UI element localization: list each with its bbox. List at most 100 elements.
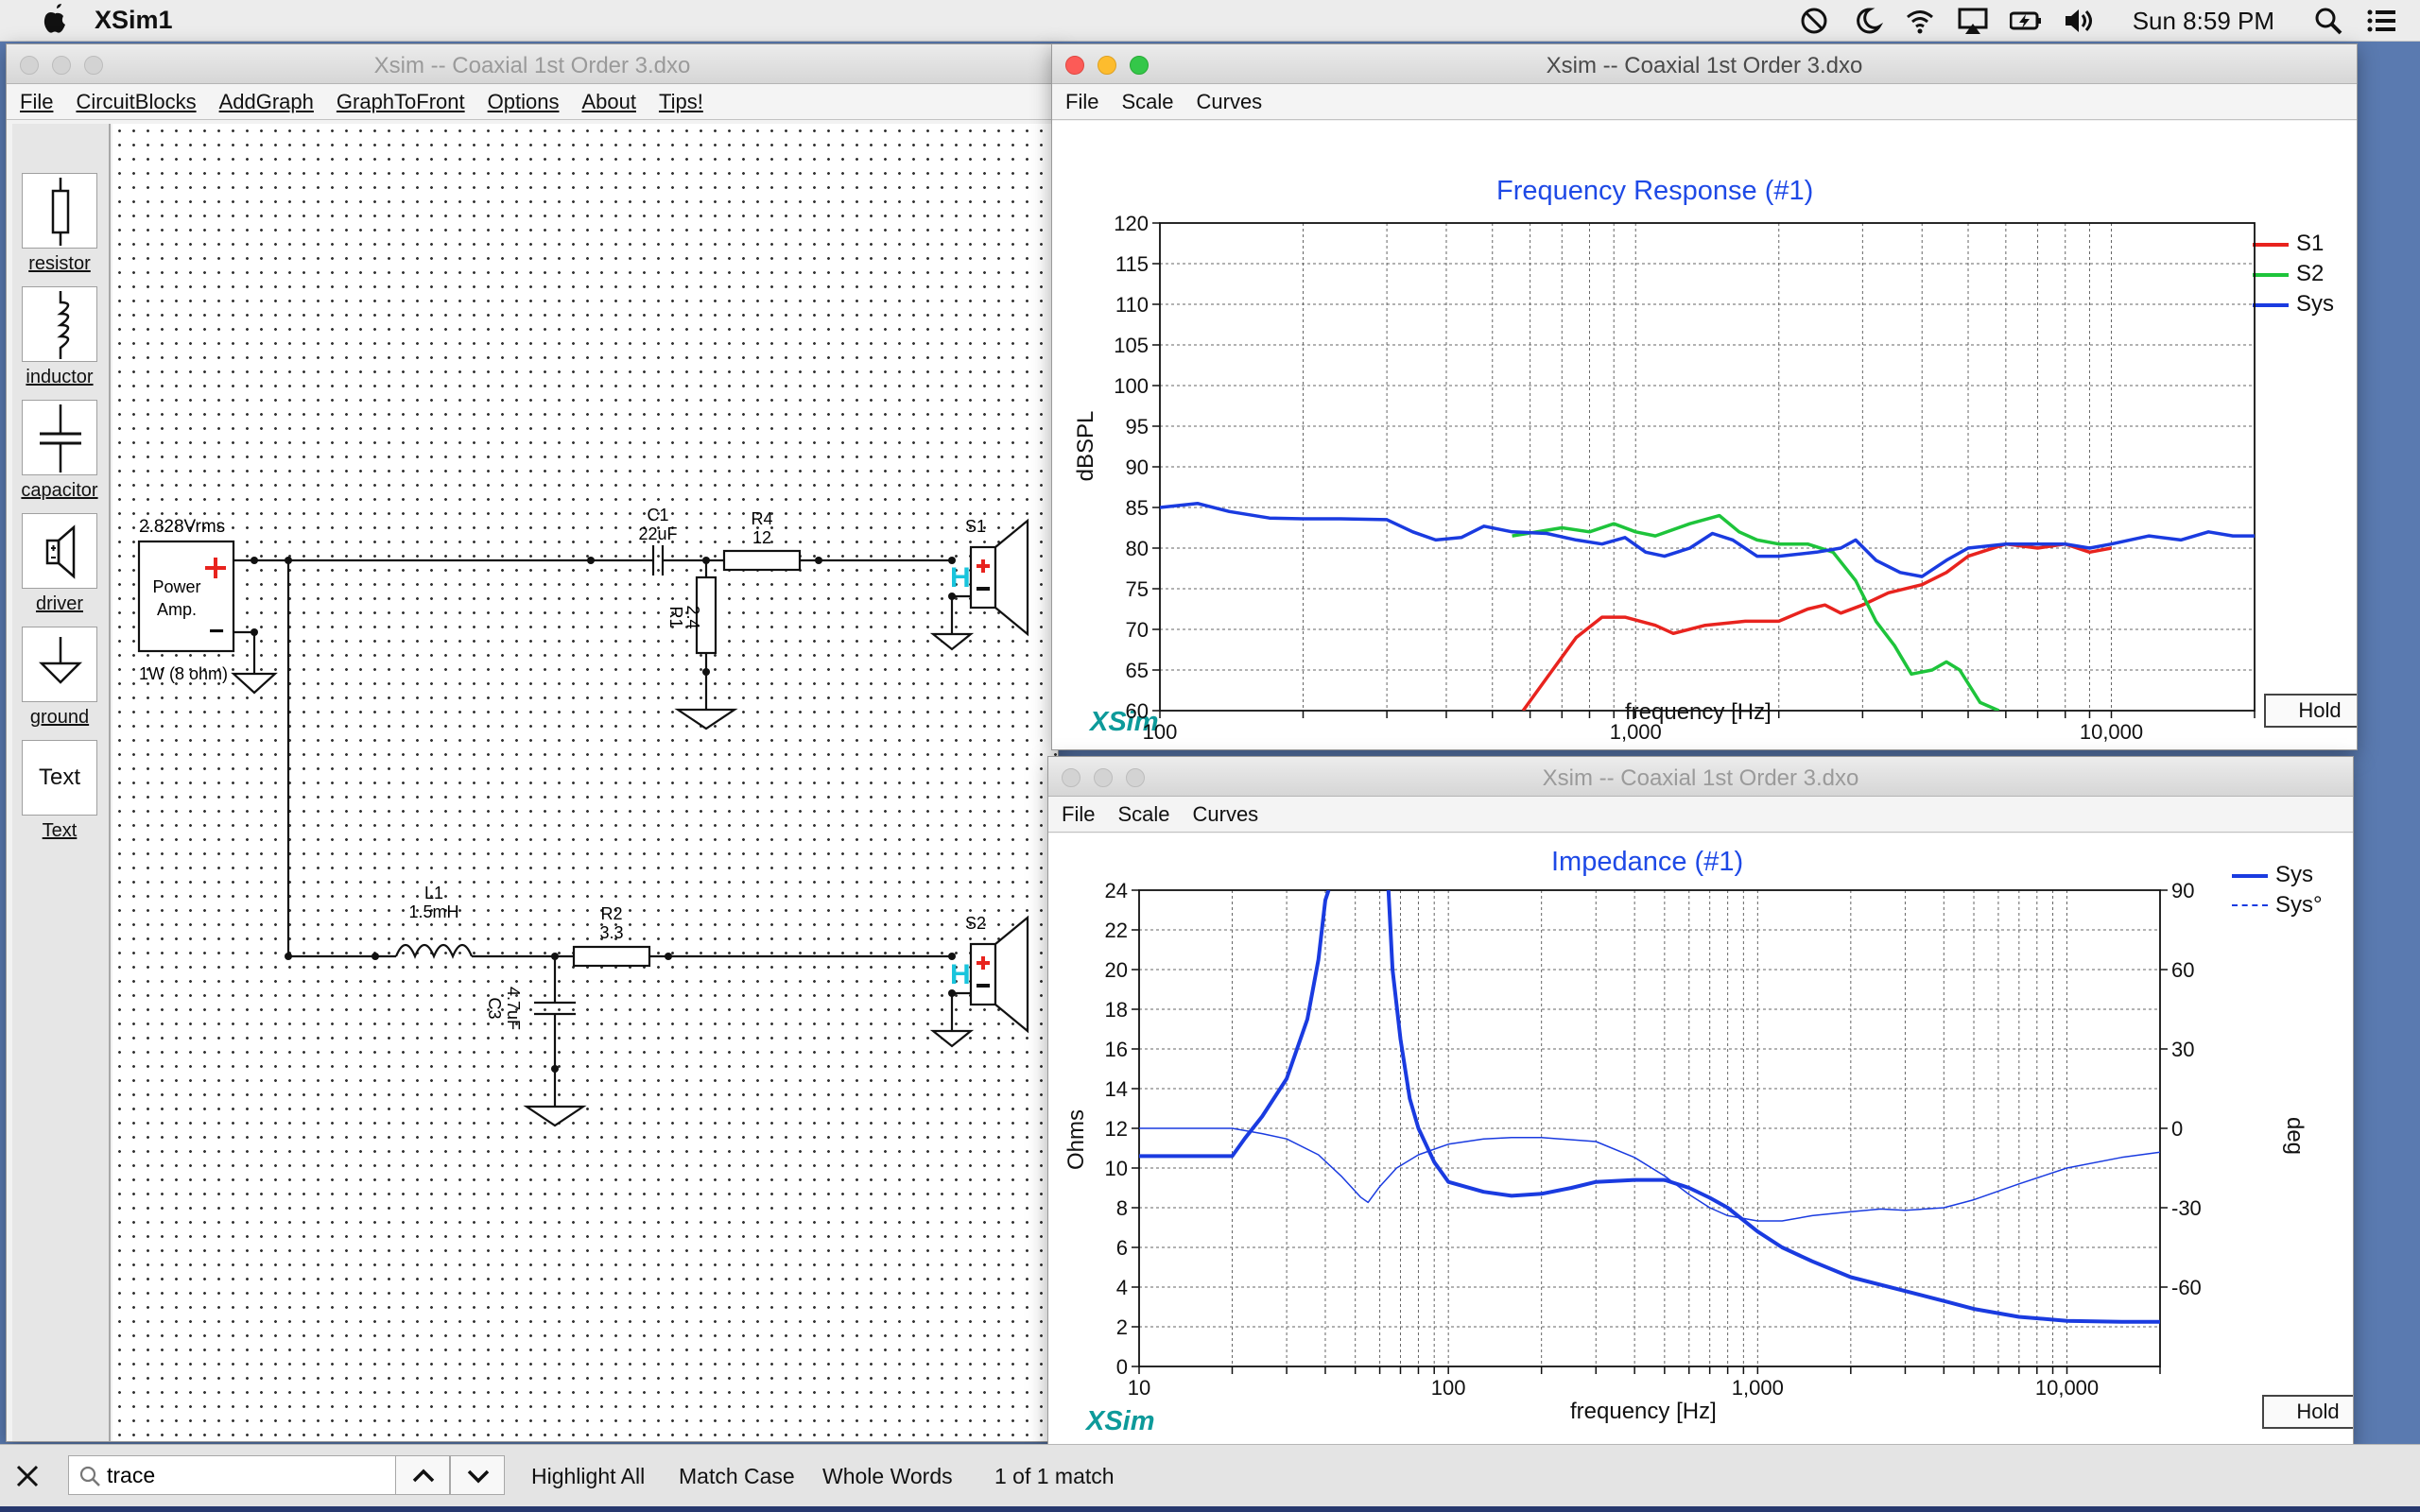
find-field[interactable] bbox=[68, 1455, 399, 1495]
spotlight-icon[interactable] bbox=[2312, 5, 2344, 37]
schematic-titlebar[interactable]: Xsim -- Coaxial 1st Order 3.dxo bbox=[7, 44, 1058, 84]
frequency-response-window: Xsim -- Coaxial 1st Order 3.dxo File Sca… bbox=[1051, 43, 2358, 750]
tool-label[interactable]: ground bbox=[16, 707, 103, 729]
l1-name: L1 bbox=[424, 884, 443, 902]
series-sys-line bbox=[1160, 501, 2255, 578]
x-tick-label: 10,000 bbox=[2035, 1376, 2099, 1400]
resistor-r2[interactable] bbox=[572, 945, 651, 968]
series-sys-line bbox=[1386, 890, 2160, 1324]
menu-curves[interactable]: Curves bbox=[1197, 90, 1263, 114]
amp-label-line1: Power bbox=[152, 577, 200, 596]
y-tick-label: 24 bbox=[1105, 879, 1128, 902]
tool-inductor[interactable]: inductor bbox=[16, 286, 103, 388]
tool-label[interactable]: inductor bbox=[16, 367, 103, 388]
x-tick-label: 10,000 bbox=[2080, 720, 2143, 744]
volume-icon[interactable] bbox=[2063, 5, 2095, 37]
menu-curves[interactable]: Curves bbox=[1193, 802, 1259, 827]
menu-options[interactable]: Options bbox=[488, 90, 560, 114]
impedance-window: Xsim -- Coaxial 1st Order 3.dxo File Sca… bbox=[1047, 756, 2354, 1450]
y-tick-label: 90 bbox=[1126, 455, 1149, 479]
tool-label[interactable]: capacitor bbox=[16, 480, 103, 502]
menu-file[interactable]: File bbox=[1065, 90, 1098, 114]
y-tick-label: 16 bbox=[1105, 1038, 1128, 1061]
imp-titlebar[interactable]: Xsim -- Coaxial 1st Order 3.dxo bbox=[1048, 757, 2353, 797]
y-tick-label: 100 bbox=[1114, 374, 1149, 398]
battery-charging-icon[interactable] bbox=[2009, 5, 2042, 37]
freq-titlebar[interactable]: Xsim -- Coaxial 1st Order 3.dxo bbox=[1052, 44, 2357, 84]
menu-about[interactable]: About bbox=[581, 90, 636, 114]
search-icon bbox=[78, 1465, 101, 1492]
tool-label[interactable]: driver bbox=[16, 593, 103, 615]
notification-center-icon[interactable] bbox=[2365, 5, 2397, 37]
tool-ground[interactable]: ground bbox=[16, 627, 103, 729]
c1-value: 22uF bbox=[638, 524, 677, 543]
y-tick-label: 18 bbox=[1105, 998, 1128, 1022]
s1-name: S1 bbox=[965, 517, 986, 536]
series-s2-line bbox=[1512, 513, 2000, 711]
schematic-canvas[interactable]: 2.828Vrms Power Amp. − 1W (8 ohm) C1 22u… bbox=[112, 124, 1058, 1441]
wifi-icon[interactable] bbox=[1904, 5, 1936, 37]
whole-words-toggle[interactable]: Whole Words bbox=[822, 1464, 953, 1489]
airplay-icon[interactable] bbox=[1957, 5, 1989, 37]
y-tick-label: 0 bbox=[1116, 1355, 1128, 1379]
highlight-all-toggle[interactable]: Highlight All bbox=[531, 1464, 645, 1489]
y-tick-label: 14 bbox=[1105, 1077, 1128, 1101]
siri-disabled-icon[interactable] bbox=[1798, 5, 1830, 37]
find-next-button[interactable] bbox=[450, 1455, 505, 1495]
tool-text[interactable]: Text Text bbox=[16, 740, 103, 842]
find-input[interactable] bbox=[107, 1461, 390, 1489]
r1-value: 2.4 bbox=[683, 605, 702, 628]
menu-circuitblocks[interactable]: CircuitBlocks bbox=[76, 90, 196, 114]
y-tick-label: 2 bbox=[1116, 1315, 1128, 1339]
menu-scale[interactable]: Scale bbox=[1117, 802, 1169, 827]
inductor-icon[interactable] bbox=[22, 286, 97, 362]
y-tick-label: 75 bbox=[1126, 577, 1149, 601]
menu-bar-clock[interactable]: Sun 8:59 PM bbox=[2133, 7, 2274, 36]
menu-tips[interactable]: Tips! bbox=[659, 90, 703, 114]
y-tick-label: 105 bbox=[1114, 334, 1149, 357]
impedance-chart[interactable]: 02468101214161820222410 100 1,000 10,000-60… bbox=[1048, 833, 2353, 1450]
tool-driver[interactable]: driver bbox=[16, 513, 103, 615]
text-tool-glyph: Text bbox=[38, 765, 80, 790]
schematic-menu: File CircuitBlocks AddGraph GraphToFront… bbox=[7, 84, 1058, 120]
speaker-s2[interactable] bbox=[969, 942, 997, 1006]
menu-file[interactable]: File bbox=[1062, 802, 1095, 827]
active-app-name[interactable]: XSim1 bbox=[95, 6, 173, 35]
tool-label[interactable]: Text bbox=[16, 820, 103, 842]
inductor-l1[interactable] bbox=[394, 943, 474, 959]
close-find-bar-icon[interactable] bbox=[13, 1462, 42, 1490]
find-previous-button[interactable] bbox=[395, 1455, 450, 1495]
window-title: Xsim -- Coaxial 1st Order 3.dxo bbox=[1542, 765, 1859, 791]
r1-name: R1 bbox=[666, 606, 685, 627]
menu-file[interactable]: File bbox=[20, 90, 53, 114]
tool-capacitor[interactable]: capacitor bbox=[16, 400, 103, 502]
schematic-window: Xsim -- Coaxial 1st Order 3.dxo File Cir… bbox=[6, 43, 1059, 1442]
driver-icon[interactable] bbox=[22, 513, 97, 589]
y2-tick-label: -30 bbox=[2171, 1196, 2202, 1220]
resistor-r4[interactable] bbox=[722, 549, 802, 572]
series-s1-line bbox=[1521, 541, 2112, 711]
y-tick-label: 22 bbox=[1105, 919, 1128, 942]
speaker-s1[interactable] bbox=[969, 545, 997, 610]
text-tool-icon[interactable]: Text bbox=[22, 740, 97, 816]
tool-label[interactable]: resistor bbox=[16, 253, 103, 275]
menu-addgraph[interactable]: AddGraph bbox=[219, 90, 314, 114]
component-toolbox: resistor inductor capacitor driver groun… bbox=[12, 124, 111, 1441]
ground-icon[interactable] bbox=[22, 627, 97, 702]
r4-value: 12 bbox=[752, 528, 771, 547]
y-tick-label: 120 bbox=[1114, 212, 1149, 235]
capacitor-icon[interactable] bbox=[22, 400, 97, 475]
frequency-response-chart[interactable]: 6065707580859095100105110115120100 1,000 1… bbox=[1052, 121, 2357, 750]
apple-icon[interactable] bbox=[28, 0, 81, 42]
y-tick-label: 110 bbox=[1115, 293, 1149, 317]
y-tick-label: 95 bbox=[1126, 415, 1149, 438]
tool-resistor[interactable]: resistor bbox=[16, 173, 103, 275]
night-shift-icon[interactable] bbox=[1851, 5, 1883, 37]
menu-scale[interactable]: Scale bbox=[1121, 90, 1173, 114]
menu-graphtofront[interactable]: GraphToFront bbox=[337, 90, 465, 114]
amp-voltage-label: 2.828Vrms bbox=[139, 517, 225, 537]
freq-plot-area: Frequency Response (#1) dBSPL frequency … bbox=[1052, 121, 2357, 749]
imp-menu: File Scale Curves bbox=[1048, 797, 2353, 833]
resistor-icon[interactable] bbox=[22, 173, 97, 249]
match-case-toggle[interactable]: Match Case bbox=[679, 1464, 795, 1489]
